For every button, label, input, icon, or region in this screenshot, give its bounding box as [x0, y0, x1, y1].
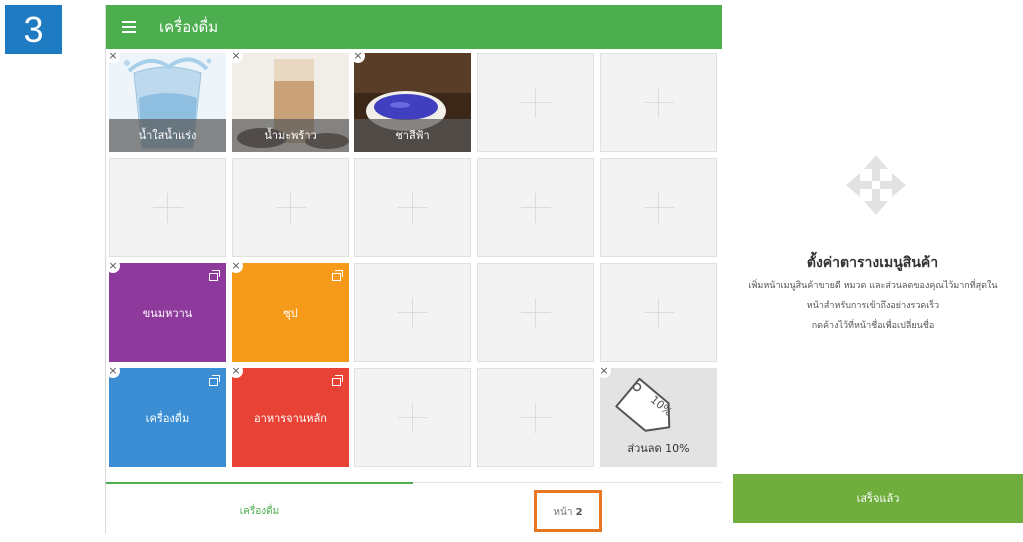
tile-label: น้ำมะพร้าว — [232, 119, 349, 152]
menu-layout-editor: เครื่องดื่ม × น้ำใสน้ำแร่ง × น้ำมะพร้าว … — [105, 5, 724, 534]
empty-tile[interactable] — [477, 368, 594, 467]
tile-label: เครื่องดื่ม — [145, 411, 190, 425]
empty-tile[interactable] — [109, 158, 226, 257]
remove-tile-icon[interactable]: × — [106, 364, 120, 378]
product-tile-coconut[interactable]: × น้ำมะพร้าว — [229, 49, 349, 152]
add-icon — [643, 297, 674, 328]
page-title: เครื่องดื่ม — [159, 18, 219, 36]
add-icon — [520, 87, 551, 118]
add-icon — [643, 192, 674, 223]
remove-tile-icon[interactable]: × — [229, 364, 243, 378]
page-tab-prefix: หน้า — [553, 507, 573, 518]
add-icon — [520, 192, 551, 223]
done-button[interactable]: เสร็จแล้ว — [733, 474, 1023, 523]
tile-label: ขนมหวาน — [142, 306, 193, 320]
tile-label: อาหารจานหลัก — [254, 411, 327, 425]
category-tile-dessert[interactable]: × ขนมหวาน — [106, 259, 226, 362]
menu-grid: × น้ำใสน้ำแร่ง × น้ำมะพร้าว × ชาสีฟ้า × … — [106, 49, 721, 471]
add-icon — [397, 402, 428, 433]
product-tile-water[interactable]: × น้ำใสน้ำแร่ง — [106, 49, 226, 152]
top-bar: เครื่องดื่ม — [106, 5, 723, 49]
remove-tile-icon[interactable]: × — [106, 259, 120, 273]
empty-tile[interactable] — [232, 158, 349, 257]
add-icon — [643, 87, 674, 118]
tile-label: ซุป — [283, 306, 298, 320]
tile-label: น้ำใสน้ำแร่ง — [109, 119, 226, 152]
empty-tile[interactable] — [354, 368, 471, 467]
empty-tile[interactable] — [477, 158, 594, 257]
page-number: 2 — [575, 507, 583, 518]
category-tile-main-dish[interactable]: × อาหารจานหลัก — [229, 364, 349, 467]
remove-tile-icon[interactable]: × — [229, 259, 243, 273]
tab-page-2[interactable]: หน้า 2 — [534, 490, 602, 532]
discount-tile[interactable]: × 10% ส่วนลด 10% — [597, 364, 717, 467]
product-tile-blue-tea[interactable]: × ชาสีฟ้า — [351, 49, 471, 152]
add-icon — [397, 192, 428, 223]
tab-divider — [413, 482, 723, 483]
description-line: กดค้างไว้ที่หน้าชื่อเพื่อเปลี่ยนชื่อ — [811, 321, 935, 331]
panel-title: ตั้งค่าตารางเมนูสินค้า — [806, 255, 939, 271]
tile-label: ชาสีฟ้า — [354, 119, 471, 152]
tile-label: ส่วนลด 10% — [627, 442, 690, 455]
remove-tile-icon[interactable]: × — [597, 364, 611, 378]
empty-tile[interactable] — [600, 158, 717, 257]
side-panel: ตั้งค่าตารางเมนูสินค้า เพิ่มหน้าเมนูสินค… — [722, 5, 1023, 534]
empty-tile[interactable] — [354, 158, 471, 257]
remove-tile-icon[interactable]: × — [106, 49, 120, 63]
empty-tile[interactable] — [354, 263, 471, 362]
page-tabs: เครื่องดื่ม หน้า 2 — [106, 482, 723, 534]
empty-tile[interactable] — [600, 53, 717, 152]
description-line: เพิ่มหน้าเมนูสินค้าขายดี หมวด และส่วนลดข… — [748, 281, 998, 291]
add-icon — [152, 192, 183, 223]
remove-tile-icon[interactable]: × — [351, 49, 365, 63]
remove-tile-icon[interactable]: × — [229, 49, 243, 63]
add-icon — [275, 192, 306, 223]
category-tile-drinks[interactable]: × เครื่องดื่ม — [106, 364, 226, 467]
step-number-badge: 3 — [5, 5, 62, 54]
empty-tile[interactable] — [477, 263, 594, 362]
panel-description: เพิ่มหน้าเมนูสินค้าขายดี หมวด และส่วนลดข… — [728, 276, 1018, 336]
add-icon — [520, 402, 551, 433]
empty-tile[interactable] — [477, 53, 594, 152]
empty-tile[interactable] — [600, 263, 717, 362]
add-icon — [520, 297, 551, 328]
add-icon — [397, 297, 428, 328]
category-tile-soup[interactable]: × ซุป — [229, 259, 349, 362]
description-line: หน้าสำหรับการเข้าถึงอย่างรวดเร็ว — [806, 301, 940, 311]
tab-drinks-category[interactable]: เครื่องดื่ม — [106, 482, 413, 534]
price-tag-icon: 10% — [615, 377, 675, 432]
move-arrows-icon — [846, 155, 906, 215]
hamburger-menu-icon[interactable] — [122, 21, 136, 33]
